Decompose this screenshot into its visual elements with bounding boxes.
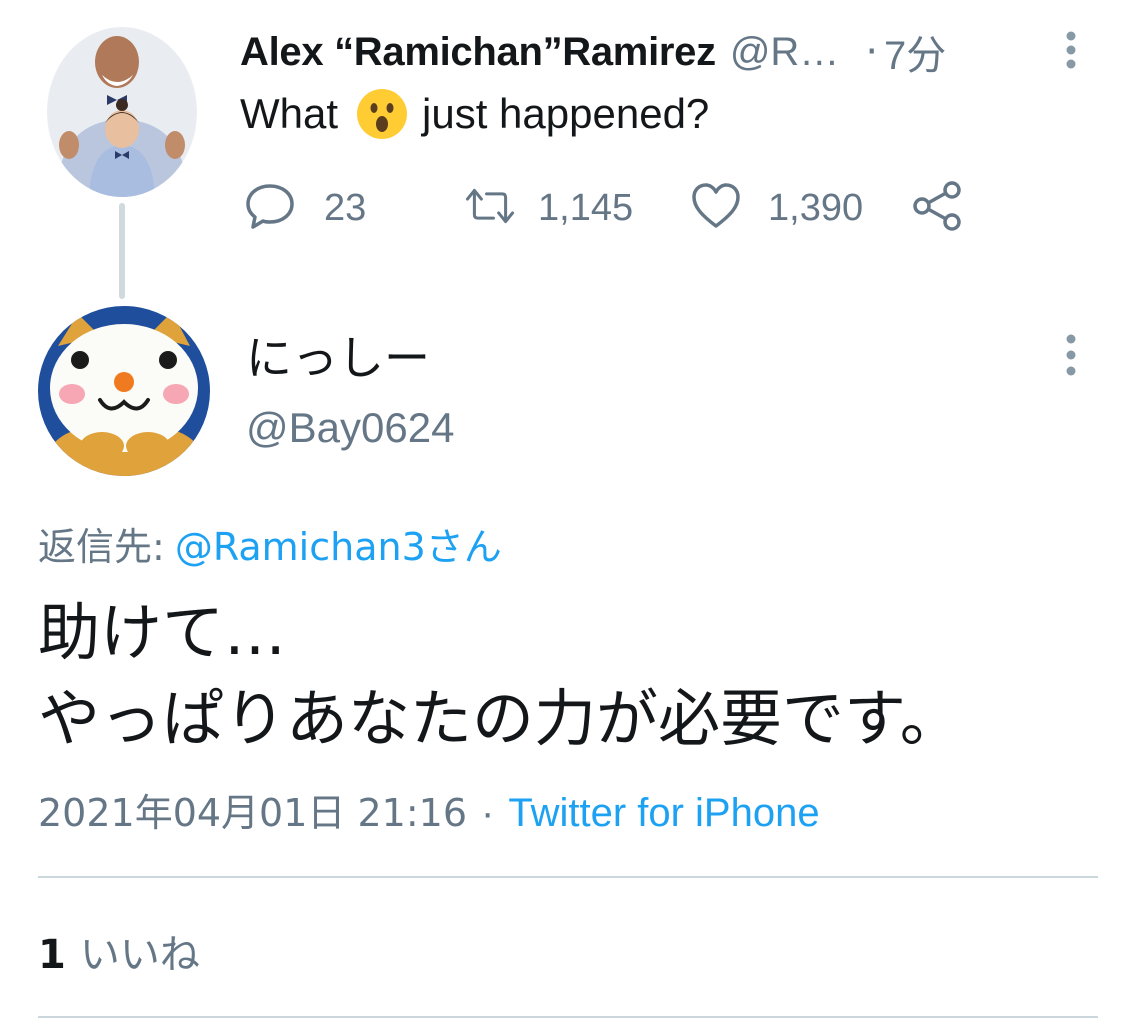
parent-tweet-time: 7分 bbox=[884, 34, 947, 78]
replying-to: 返信先: @Ramichan3さん bbox=[38, 516, 502, 571]
more-options-icon[interactable] bbox=[1063, 26, 1079, 86]
parent-text-before: What bbox=[240, 90, 339, 137]
tweet-text-line: やっぱりあなたの力が必要です。 bbox=[38, 682, 962, 755]
tweet-metadata: 2021年04月01日 21:16 · Twitter for iPhone bbox=[38, 782, 820, 837]
header-separator: · bbox=[865, 29, 879, 75]
replying-to-label: 返信先: bbox=[38, 525, 165, 569]
parent-tweet-header: Alex “Ramichan”Ramirez @R… · 7分 bbox=[240, 24, 1040, 80]
parent-tweet-text: What just happened? bbox=[240, 84, 709, 144]
parent-author-avatar[interactable] bbox=[47, 27, 197, 197]
more-options-icon[interactable] bbox=[1063, 327, 1079, 387]
like-icon bbox=[690, 180, 742, 236]
reply-button[interactable]: 23 bbox=[244, 178, 366, 238]
author-handle[interactable]: @Bay0624 bbox=[246, 404, 454, 452]
like-button[interactable]: 1,390 bbox=[690, 178, 863, 238]
parent-author-handle[interactable]: @R… bbox=[730, 30, 840, 75]
share-icon bbox=[912, 180, 964, 236]
author-name[interactable]: にっしー bbox=[246, 322, 430, 388]
reply-icon bbox=[244, 180, 296, 236]
divider bbox=[38, 876, 1098, 878]
parent-tweet-actions: 23 1,145 1,390 bbox=[244, 178, 1004, 238]
retweet-count: 1,145 bbox=[538, 186, 634, 229]
likes-summary[interactable]: 1 いいね bbox=[38, 922, 200, 980]
author-avatar[interactable] bbox=[38, 306, 210, 476]
metadata-separator: · bbox=[481, 791, 495, 835]
retweet-button[interactable]: 1,145 bbox=[464, 178, 633, 238]
thread-connector-line bbox=[119, 203, 125, 299]
likes-label: いいね bbox=[79, 932, 200, 978]
retweet-icon bbox=[464, 180, 516, 236]
tweet-text-line: 助けて… bbox=[38, 596, 287, 669]
replying-to-mention-link[interactable]: @Ramichan3さん bbox=[175, 525, 502, 569]
parent-text-after: just happened? bbox=[422, 90, 710, 137]
likes-count: 1 bbox=[38, 932, 66, 978]
reply-count: 23 bbox=[324, 186, 367, 229]
divider bbox=[38, 1016, 1098, 1018]
parent-author-name[interactable]: Alex “Ramichan”Ramirez bbox=[240, 30, 716, 75]
source-client-link[interactable]: Twitter for iPhone bbox=[508, 791, 819, 835]
hushed-face-emoji bbox=[356, 88, 408, 140]
like-count: 1,390 bbox=[768, 186, 864, 229]
tweet-timestamp[interactable]: 2021年04月01日 21:16 bbox=[38, 791, 467, 835]
tweet-text: 助けて… やっぱりあなたの力が必要です。 bbox=[38, 590, 1108, 762]
share-button[interactable] bbox=[912, 178, 964, 238]
